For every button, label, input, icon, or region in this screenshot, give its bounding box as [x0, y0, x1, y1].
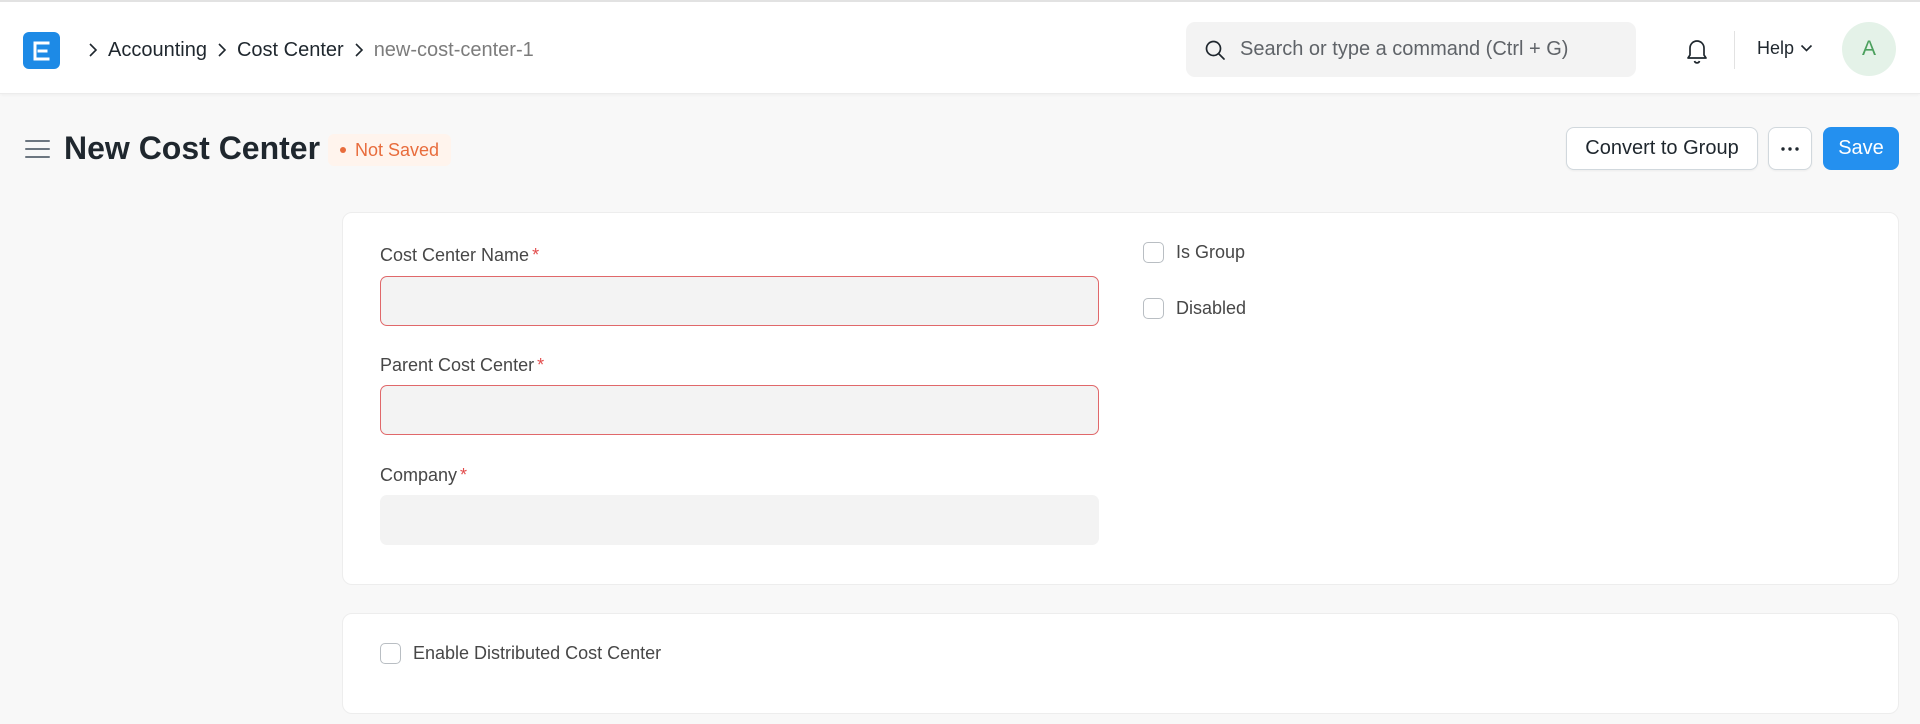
cost-center-name-label: Cost Center Name *: [380, 245, 540, 265]
is-group-label: Is Group: [1176, 242, 1246, 262]
status-dot: [340, 147, 346, 153]
navbar: Accounting Cost Center new-cost-center-1…: [0, 0, 1920, 94]
erpnext-logo-icon: [33, 41, 49, 60]
enable-distributed-label: Enable Distributed Cost Center: [413, 643, 662, 663]
more-actions-button[interactable]: [1768, 127, 1812, 170]
breadcrumb-cost-center[interactable]: Cost Center: [237, 39, 344, 62]
ellipsis-icon: [1781, 146, 1799, 151]
save-button[interactable]: Save: [1823, 127, 1899, 170]
convert-to-group-button[interactable]: Convert to Group: [1566, 127, 1758, 170]
app-logo[interactable]: [23, 32, 60, 69]
bell-icon: [1687, 40, 1707, 64]
chevron-down-icon: [1800, 44, 1813, 53]
status-badge: Not Saved: [328, 134, 452, 166]
chevron-right-icon: [207, 43, 237, 57]
company-input[interactable]: [380, 495, 1099, 545]
search-icon: [1205, 40, 1225, 60]
chevron-right-icon: [344, 43, 374, 57]
page-head: New Cost Center Not Saved Convert to Gro…: [0, 94, 1920, 204]
breadcrumb-accounting[interactable]: Accounting: [108, 39, 207, 62]
search-input[interactable]: [1240, 38, 1620, 61]
breadcrumb-current-doc[interactable]: new-cost-center-1: [374, 39, 534, 62]
enable-distributed-checkbox[interactable]: [380, 643, 401, 664]
chevron-right-icon: [78, 43, 108, 57]
is-group-checkbox-row[interactable]: Is Group: [1143, 242, 1245, 263]
is-group-checkbox[interactable]: [1143, 242, 1164, 263]
disabled-checkbox-row[interactable]: Disabled: [1143, 298, 1246, 319]
cost-center-name-input[interactable]: [380, 276, 1099, 326]
avatar[interactable]: A: [1842, 22, 1896, 76]
disabled-label: Disabled: [1176, 298, 1247, 318]
sidebar-toggle-button[interactable]: [25, 138, 50, 160]
help-dropdown[interactable]: Help: [1757, 38, 1813, 59]
form-section-main: Cost Center Name * Parent Cost Center * Co…: [342, 212, 1899, 585]
parent-cost-center-label: Parent Cost Center *: [380, 355, 545, 375]
enable-distributed-checkbox-row[interactable]: Enable Distributed Cost Center: [380, 643, 661, 664]
hamburger-icon: [25, 140, 50, 158]
parent-cost-center-input[interactable]: [380, 385, 1099, 435]
status-text: Not Saved: [355, 139, 440, 160]
notifications-button[interactable]: [1683, 35, 1711, 65]
help-label: Help: [1757, 38, 1795, 58]
disabled-checkbox[interactable]: [1143, 298, 1164, 319]
navbar-divider: [1734, 31, 1735, 69]
form-section-distributed: Enable Distributed Cost Center: [342, 613, 1899, 714]
breadcrumb: Accounting Cost Center new-cost-center-1: [78, 35, 534, 65]
awesomebar[interactable]: [1186, 22, 1636, 77]
page-title: New Cost Center: [64, 130, 321, 166]
company-label: Company *: [380, 465, 468, 485]
